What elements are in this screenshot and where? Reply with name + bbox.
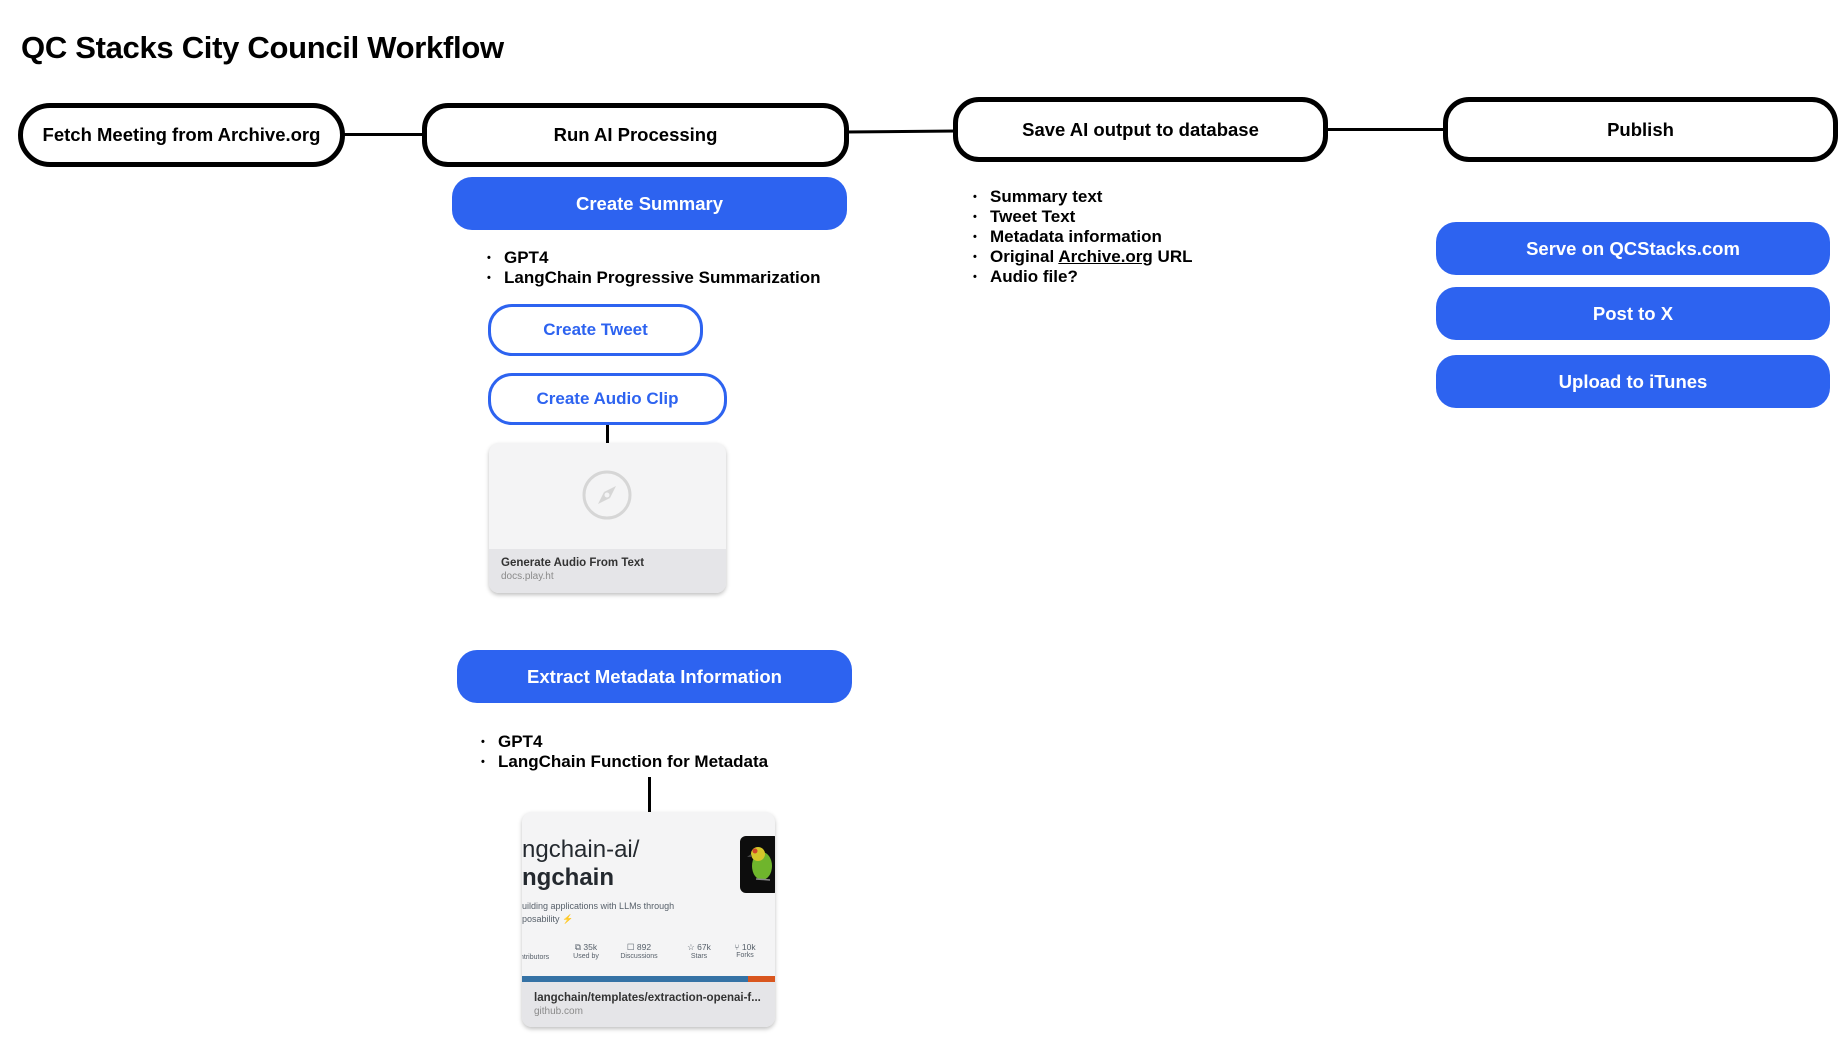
stage-save-ai-output[interactable]: Save AI output to database: [953, 97, 1328, 162]
stage-label: Save AI output to database: [1022, 118, 1259, 140]
stat-value: 35k: [583, 942, 598, 952]
stat-label: Forks: [736, 952, 754, 959]
fork-icon: ⑂: [734, 942, 740, 952]
button-label: Create Tweet: [543, 320, 648, 339]
stat-forks: ⑂ 10k Forks: [728, 942, 762, 959]
create-audio-clip-button[interactable]: Create Audio Clip: [488, 373, 727, 425]
button-label: Upload to iTunes: [1558, 370, 1708, 392]
archive-org-link[interactable]: Archive.org: [1058, 247, 1152, 266]
parrot-icon: [747, 847, 772, 881]
metadata-bullet-list: GPT4 LangChain Function for Metadata: [481, 732, 768, 772]
button-label: Create Summary: [575, 192, 724, 214]
summary-bullet-list: GPT4 LangChain Progressive Summarization: [487, 248, 820, 288]
repo-avatar: [740, 836, 775, 893]
post-to-x-button[interactable]: Post to X: [1436, 287, 1830, 340]
stage-label: Publish: [1607, 118, 1674, 140]
button-label: Serve on QCStacks.com: [1526, 237, 1740, 259]
create-tweet-button[interactable]: Create Tweet: [488, 304, 703, 356]
stat-contributors: ntributors: [522, 942, 549, 961]
bullet-item: GPT4: [487, 248, 820, 268]
extract-metadata-button[interactable]: Extract Metadata Information: [457, 650, 852, 703]
connector-fetch-to-run: [343, 133, 425, 136]
bullet-prefix: Original: [990, 247, 1059, 266]
connector-run-to-save: [845, 129, 958, 134]
repo-name: ngchain: [522, 864, 615, 891]
stat-value: 10k: [741, 942, 756, 952]
stage-run-ai-processing[interactable]: Run AI Processing: [422, 103, 849, 167]
repo-description: uilding applications with LLMs through p…: [522, 900, 674, 926]
bullet-item: LangChain Progressive Summarization: [487, 268, 820, 288]
link-card-host: github.com: [534, 1006, 583, 1017]
connector-metadata-to-card: [648, 777, 651, 812]
stat-label: ntributors: [522, 954, 550, 961]
connector-save-to-publish: [1325, 128, 1446, 131]
link-card-generate-audio[interactable]: Generate Audio From Text docs.play.ht: [489, 443, 726, 593]
stage-label: Run AI Processing: [553, 124, 718, 145]
repo-description-line: uilding applications with LLMs through: [522, 901, 675, 911]
button-label: Extract Metadata Information: [527, 665, 782, 687]
bullet-suffix: URL: [1152, 247, 1193, 266]
connector-audio-to-card: [606, 425, 609, 443]
link-card-host: docs.play.ht: [501, 571, 554, 582]
link-card-langchain-github[interactable]: ngchain-ai/ ngchain uilding applications…: [522, 812, 775, 1027]
discussions-icon: ☐: [626, 942, 635, 952]
upload-to-itunes-button[interactable]: Upload to iTunes: [1436, 355, 1830, 408]
stat-label: Discussions: [620, 953, 658, 960]
bullet-item: GPT4: [481, 732, 768, 752]
bullet-item: Tweet Text: [973, 207, 1192, 227]
serve-on-qcstacks-button[interactable]: Serve on QCStacks.com: [1436, 222, 1830, 275]
repo-owner: ngchain-ai/: [522, 836, 640, 863]
stat-label: Stars: [690, 953, 708, 960]
used-by-icon: ⧉: [574, 942, 581, 952]
stat-value: 892: [636, 942, 652, 952]
button-label: Create Audio Clip: [536, 389, 679, 408]
repo-description-line: posability ⚡: [522, 914, 574, 924]
button-label: Post to X: [1592, 302, 1674, 324]
bullet-item: Summary text: [973, 187, 1192, 207]
page-title: QC Stacks City Council Workflow: [21, 30, 504, 65]
bullet-item: Metadata information: [973, 227, 1192, 247]
link-card-title: langchain/templates/extraction-openai-f.…: [534, 992, 761, 1004]
stage-fetch-meeting[interactable]: Fetch Meeting from Archive.org: [18, 103, 345, 167]
stat-used-by: ⧉ 35k Used by: [566, 942, 606, 960]
bullet-item: Original Archive.org URL: [973, 247, 1192, 267]
stat-discussions: ☐ 892 Discussions: [614, 942, 664, 960]
stat-stars: ☆ 67k Stars: [682, 942, 716, 960]
link-card-title: Generate Audio From Text: [501, 557, 645, 569]
compass-icon: [582, 470, 632, 520]
repo-stats: ntributors ⧉ 35k Used by ☐ 892 Discussio…: [522, 942, 775, 968]
bullet-item: LangChain Function for Metadata: [481, 752, 768, 772]
stat-label: Used by: [573, 953, 599, 960]
create-summary-button[interactable]: Create Summary: [452, 177, 847, 230]
stage-publish[interactable]: Publish: [1443, 97, 1838, 162]
bullet-item: Audio file?: [973, 267, 1192, 287]
stat-value: 67k: [697, 942, 711, 952]
saved-fields-list: Summary text Tweet Text Metadata informa…: [973, 187, 1192, 287]
star-icon: ☆: [687, 942, 695, 952]
stage-label: Fetch Meeting from Archive.org: [42, 124, 321, 145]
